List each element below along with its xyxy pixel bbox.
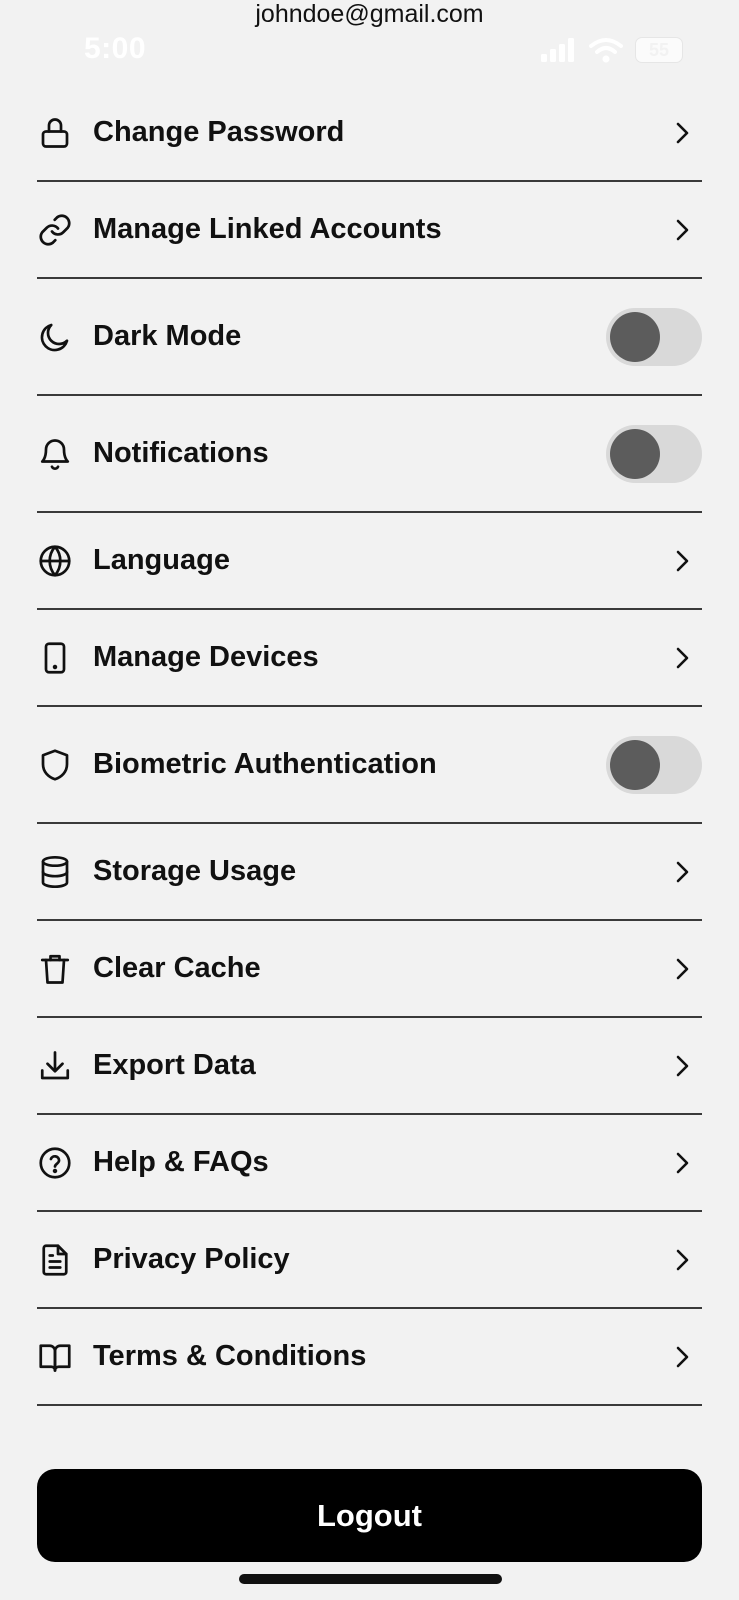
setting-biometric-authentication: Biometric Authentication (37, 707, 702, 824)
setting-terms-conditions[interactable]: Terms & Conditions (37, 1309, 702, 1406)
setting-manage-linked-accounts[interactable]: Manage Linked Accounts (37, 182, 702, 279)
setting-dark-mode: Dark Mode (37, 279, 702, 396)
setting-label: Clear Cache (93, 952, 261, 984)
toggle-knob (610, 739, 660, 790)
setting-label: Change Password (93, 116, 345, 148)
home-indicator (239, 1574, 502, 1584)
trash-icon (37, 951, 73, 987)
setting-manage-devices[interactable]: Manage Devices (37, 610, 702, 707)
dark-mode-toggle[interactable] (606, 307, 702, 366)
account-email: johndoe@gmail.com (255, 0, 484, 28)
settings-list: Change Password Manage Linked Accounts D… (37, 85, 702, 1406)
database-icon (37, 854, 73, 890)
link-icon (37, 212, 73, 248)
shield-icon (37, 747, 73, 783)
setting-label: Dark Mode (93, 320, 242, 352)
setting-help-faqs[interactable]: Help & FAQs (37, 1115, 702, 1212)
status-time: 5:00 (84, 32, 147, 65)
setting-clear-cache[interactable]: Clear Cache (37, 921, 702, 1018)
chevron-right-icon (676, 647, 689, 668)
setting-label: Manage Devices (93, 641, 319, 673)
setting-label: Privacy Policy (93, 1243, 290, 1275)
setting-label: Help & FAQs (93, 1146, 269, 1178)
chevron-right-icon (676, 1346, 689, 1367)
wifi-icon (589, 38, 623, 63)
logout-button[interactable]: Logout (37, 1469, 702, 1562)
biometric-toggle[interactable] (606, 735, 702, 794)
book-icon (37, 1339, 73, 1375)
setting-label: Storage Usage (93, 855, 297, 887)
setting-language[interactable]: Language (37, 513, 702, 610)
chevron-right-icon (676, 219, 689, 240)
setting-label: Export Data (93, 1049, 256, 1081)
setting-change-password[interactable]: Change Password (37, 85, 702, 182)
status-bar: 5:00 55 (0, 30, 739, 70)
setting-label: Notifications (93, 437, 269, 469)
bell-icon (37, 436, 73, 472)
globe-icon (37, 543, 73, 579)
setting-label: Biometric Authentication (93, 748, 437, 780)
chevron-right-icon (676, 1055, 689, 1076)
battery-icon: 55 (635, 37, 683, 63)
phone-icon (37, 640, 73, 676)
setting-export-data[interactable]: Export Data (37, 1018, 702, 1115)
status-icons: 55 (541, 36, 683, 64)
document-icon (37, 1242, 73, 1278)
setting-label: Manage Linked Accounts (93, 213, 442, 245)
chevron-right-icon (676, 1152, 689, 1173)
setting-notifications: Notifications (37, 396, 702, 513)
chevron-right-icon (676, 861, 689, 882)
lock-icon (37, 115, 73, 151)
moon-icon (37, 319, 73, 355)
download-icon (37, 1048, 73, 1084)
setting-label: Terms & Conditions (93, 1340, 367, 1372)
signal-icon (541, 38, 574, 62)
chevron-right-icon (676, 958, 689, 979)
setting-label: Language (93, 544, 230, 576)
chevron-right-icon (676, 550, 689, 571)
setting-storage-usage[interactable]: Storage Usage (37, 824, 702, 921)
toggle-knob (610, 428, 660, 479)
setting-privacy-policy[interactable]: Privacy Policy (37, 1212, 702, 1309)
help-circle-icon (37, 1145, 73, 1181)
chevron-right-icon (676, 122, 689, 143)
notifications-toggle[interactable] (606, 424, 702, 483)
chevron-right-icon (676, 1249, 689, 1270)
toggle-knob (610, 311, 660, 362)
